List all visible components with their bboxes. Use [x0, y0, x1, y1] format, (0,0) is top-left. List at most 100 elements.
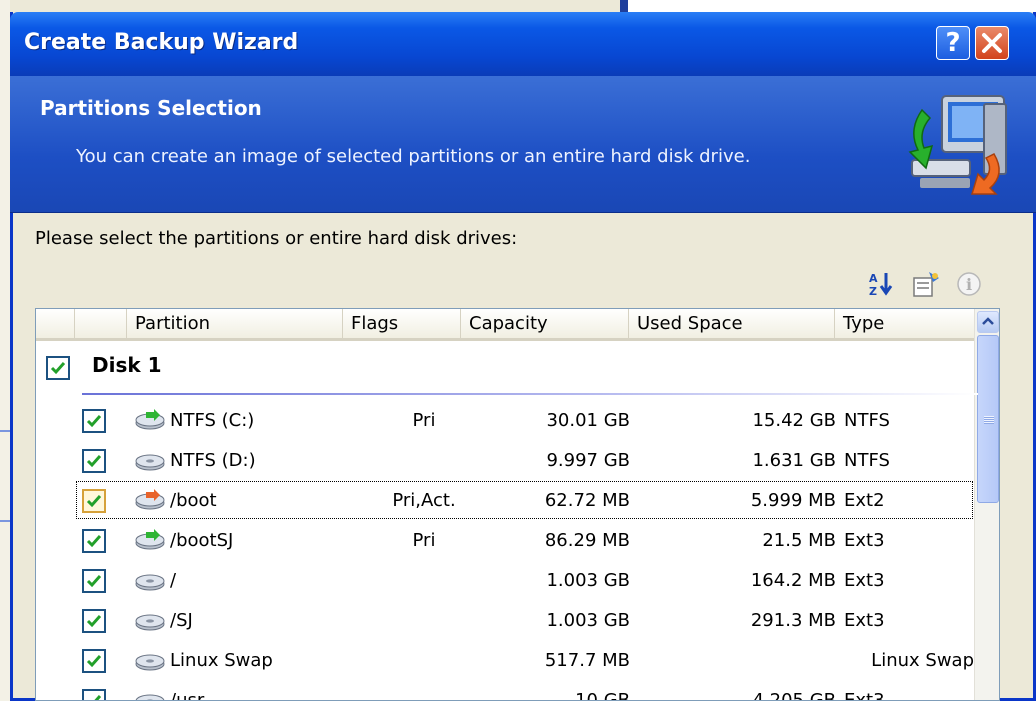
sort-icon[interactable]: A Z: [867, 270, 895, 302]
partition-name: NTFS (D:): [170, 450, 256, 471]
partition-row[interactable]: / 1.003 GB 164.2 MB Ext3: [36, 561, 974, 601]
close-icon: [982, 33, 1002, 53]
partitions-list[interactable]: Partition Flags Capacity Used Space Type…: [35, 308, 1000, 701]
partition-type: Ext3: [844, 570, 885, 591]
window-title: Create Backup Wizard: [24, 30, 299, 55]
disk-label: Disk 1: [92, 353, 162, 377]
checkmark-icon: [86, 535, 102, 548]
partition-row[interactable]: NTFS (C:) Pri 30.01 GB 15.42 GB NTFS: [36, 401, 974, 441]
partition-type: NTFS: [844, 410, 890, 431]
checkmark-icon: [86, 575, 102, 588]
background-window-left: [0, 0, 10, 701]
partition-flags: Pri: [412, 530, 436, 551]
partition-capacity: 9.997 GB: [546, 450, 630, 471]
partition-checkbox[interactable]: [82, 689, 106, 700]
header-title: Partitions Selection: [40, 96, 262, 120]
wizard-window: Create Backup Wizard ? Partitions Select…: [10, 12, 1036, 701]
partition-type: NTFS: [844, 450, 890, 471]
partition-checkbox[interactable]: [82, 609, 106, 633]
partition-type: Ext3: [844, 610, 885, 631]
chevron-up-icon: [982, 317, 994, 325]
partition-row[interactable]: /bootSJ Pri 86.29 MB 21.5 MB Ext3: [36, 521, 974, 561]
partition-row[interactable]: /boot Pri,Act. 62.72 MB 5.999 MB Ext2: [36, 481, 974, 521]
checkmark-icon: [50, 362, 66, 375]
info-icon[interactable]: i: [955, 270, 983, 302]
checkmark-icon: [89, 695, 102, 700]
disk-checkbox[interactable]: [46, 356, 70, 380]
checkmark-icon: [86, 495, 102, 508]
scroll-thumb[interactable]: [977, 335, 999, 503]
logical-partition-icon: [132, 689, 168, 700]
partition-capacity: 1.003 GB: [546, 610, 630, 631]
checkmark-icon: [86, 655, 102, 668]
partition-type: Ext3: [844, 530, 885, 551]
logical-partition-icon: [132, 449, 168, 473]
partition-used-space: 291.3 MB: [750, 610, 836, 631]
partition-row[interactable]: Linux Swap 517.7 MB Linux Swap: [36, 641, 974, 681]
partition-name: /bootSJ: [170, 530, 234, 551]
primary-partition-icon: [132, 409, 168, 433]
partition-capacity: 10 GB: [575, 690, 630, 701]
column-capacity[interactable]: Capacity: [460, 309, 628, 338]
background-line: [0, 430, 10, 432]
column-used-space[interactable]: Used Space: [628, 309, 834, 338]
disk-separator: [82, 393, 978, 395]
checkmark-icon: [86, 415, 102, 428]
partition-capacity: 86.29 MB: [544, 530, 630, 551]
partition-type: Ext3: [844, 690, 885, 701]
partition-checkbox[interactable]: [82, 489, 106, 513]
partition-name: /boot: [170, 490, 217, 511]
svg-text:i: i: [966, 275, 972, 294]
partition-row[interactable]: NTFS (D:) 9.997 GB 1.631 GB NTFS: [36, 441, 974, 481]
partition-name: /usr: [170, 690, 205, 701]
partition-checkbox[interactable]: [82, 449, 106, 473]
partition-row[interactable]: /usr 10 GB 4.205 GB Ext3: [36, 681, 974, 701]
wizard-header: Partitions Selection You can create an i…: [10, 76, 1036, 213]
header-description: You can create an image of selected part…: [76, 146, 751, 167]
disk-row[interactable]: Disk 1: [36, 343, 978, 395]
partition-type: Linux Swap: [871, 650, 974, 671]
scroll-grip: [984, 416, 994, 424]
column-flags[interactable]: Flags: [342, 309, 460, 338]
partition-flags: Pri,Act.: [392, 490, 456, 511]
scroll-up-button[interactable]: [977, 311, 999, 333]
column-check[interactable]: [74, 309, 126, 338]
active-partition-icon: [132, 489, 168, 513]
partition-checkbox[interactable]: [82, 409, 106, 433]
partition-name: /SJ: [170, 610, 193, 631]
partition-checkbox[interactable]: [82, 529, 106, 553]
title-bar[interactable]: Create Backup Wizard ?: [10, 12, 1036, 76]
partition-flags: Pri: [412, 410, 436, 431]
close-button[interactable]: [975, 26, 1009, 60]
properties-icon[interactable]: [911, 270, 941, 302]
selection-prompt: Please select the partitions or entire h…: [35, 228, 518, 249]
partition-name: Linux Swap: [170, 650, 273, 671]
partition-checkbox[interactable]: [82, 569, 106, 593]
background-window-edge: [620, 0, 628, 12]
partition-type: Ext2: [844, 490, 885, 511]
logical-partition-icon: [132, 569, 168, 593]
partition-used-space: 5.999 MB: [750, 490, 836, 511]
partition-used-space: 164.2 MB: [750, 570, 836, 591]
checkmark-icon: [86, 455, 102, 468]
logical-partition-icon: [132, 609, 168, 633]
help-button[interactable]: ?: [936, 26, 970, 60]
partition-used-space: 15.42 GB: [752, 410, 836, 431]
partition-name: /: [170, 570, 177, 591]
checkmark-icon: [86, 615, 102, 628]
partition-row[interactable]: /SJ 1.003 GB 291.3 MB Ext3: [36, 601, 974, 641]
background-window-area: [628, 0, 1036, 12]
partition-capacity: 517.7 MB: [544, 650, 630, 671]
column-header: Partition Flags Capacity Used Space Type: [36, 309, 974, 341]
partition-capacity: 1.003 GB: [546, 570, 630, 591]
partition-checkbox[interactable]: [82, 649, 106, 673]
partition-capacity: 62.72 MB: [544, 490, 630, 511]
partition-capacity: 30.01 GB: [546, 410, 630, 431]
column-partition[interactable]: Partition: [126, 309, 342, 338]
background-line: [0, 520, 10, 522]
column-type[interactable]: Type: [834, 309, 974, 338]
svg-text:Z: Z: [869, 285, 877, 298]
vertical-scrollbar[interactable]: [974, 309, 999, 700]
primary-partition-icon: [132, 529, 168, 553]
logical-partition-icon: [132, 649, 168, 673]
